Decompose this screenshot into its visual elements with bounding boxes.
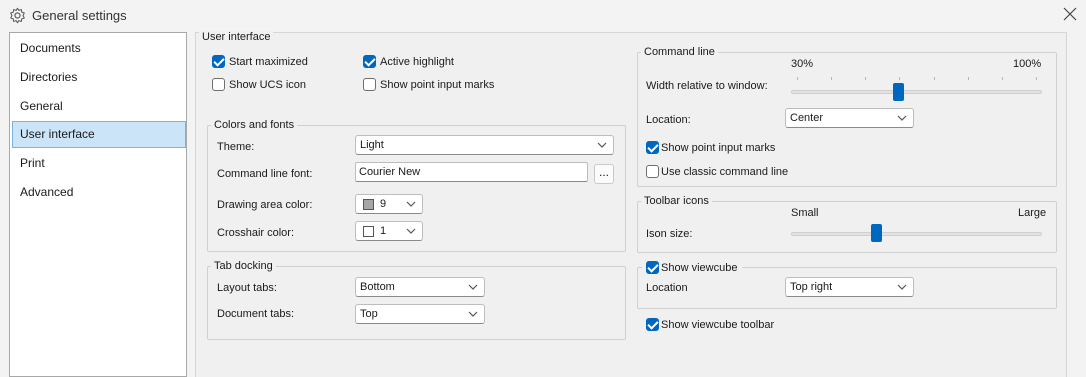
gear-icon (10, 7, 25, 24)
crosshair-color-value: 1 (380, 225, 387, 237)
slider-tick (1036, 77, 1037, 80)
document-tabs-select[interactable]: Top (355, 304, 485, 324)
close-icon (1063, 7, 1077, 21)
icon-size-label: Ison size: (646, 228, 693, 240)
crosshair-color-select[interactable]: 1 (355, 221, 423, 241)
drawing-area-color-value: 9 (380, 198, 387, 210)
show-point-input-marks-checkbox[interactable] (363, 78, 376, 91)
chevron-down-icon (897, 115, 907, 121)
slider-tick (1001, 77, 1003, 80)
slider-tick (831, 77, 833, 80)
command-location-select[interactable]: Center (785, 108, 914, 128)
window-title: General settings (32, 8, 127, 23)
use-classic-command-line-checkbox[interactable] (646, 165, 659, 178)
slider-tick (899, 77, 901, 80)
chevron-down-icon (597, 142, 607, 148)
browse-font-button[interactable]: ... (594, 164, 614, 184)
width-slider-thumb[interactable] (893, 83, 905, 101)
tab-docking-group-label: Tab docking (211, 260, 276, 272)
show-viewcube-toolbar-checkbox[interactable] (646, 318, 659, 331)
chevron-down-icon (468, 284, 478, 290)
layout-tabs-label: Layout tabs: (217, 282, 277, 294)
icon-size-large-label: Large (1018, 207, 1047, 219)
width-min-label: 30% (791, 58, 814, 70)
viewcube-location-select[interactable]: Top right (785, 277, 914, 297)
show-point-input-marks-label: Show point input marks (380, 79, 495, 91)
show-viewcube-label: Show viewcube (661, 262, 738, 274)
theme-label: Theme: (217, 141, 255, 153)
drawing-area-color-label: Drawing area color: (217, 199, 313, 211)
chevron-down-icon (897, 284, 907, 290)
sidebar-item-documents[interactable]: Documents (12, 35, 186, 62)
slider-tick (797, 77, 798, 80)
close-button[interactable] (1060, 5, 1080, 25)
slider-tick (967, 77, 969, 80)
icon-size-small-label: Small (791, 207, 819, 219)
sidebar-item-advanced[interactable]: Advanced (12, 179, 186, 206)
icon-size-slider-track[interactable] (791, 232, 1042, 236)
document-tabs-value: Top (360, 308, 378, 320)
show-ucs-icon-label: Show UCS icon (229, 79, 307, 91)
chevron-down-icon (406, 228, 416, 234)
icon-size-slider-thumb[interactable] (870, 224, 882, 242)
user-interface-group (199, 37, 627, 117)
toolbar-icons-group-label: Toolbar icons (641, 195, 712, 207)
sidebar-item-user-interface[interactable]: User interface (12, 121, 186, 148)
width-relative-label: Width relative to window: (646, 80, 768, 92)
use-classic-command-line-label: Use classic command line (661, 166, 789, 178)
command-line-group-label: Command line (641, 46, 718, 58)
active-highlight-label: Active highlight (380, 56, 454, 68)
cmd-show-point-input-marks-checkbox[interactable] (646, 141, 659, 154)
layout-tabs-value: Bottom (360, 281, 395, 293)
theme-select[interactable]: Light (355, 135, 614, 155)
command-location-label: Location: (646, 114, 691, 126)
show-viewcube-checkbox[interactable] (646, 261, 659, 274)
crosshair-color-swatch (363, 226, 374, 237)
title-bar (0, 0, 1086, 32)
viewcube-location-label: Location (646, 282, 688, 294)
chevron-down-icon (468, 311, 478, 317)
command-location-value: Center (790, 112, 824, 124)
command-line-font-value: Courier New (359, 166, 421, 178)
right-margin (1067, 32, 1086, 377)
drawing-color-swatch (363, 199, 374, 210)
drawing-area-color-select[interactable]: 9 (355, 194, 423, 214)
toolbar-icons-group (637, 201, 1057, 253)
layout-tabs-select[interactable]: Bottom (355, 277, 485, 297)
width-max-label: 100% (1013, 58, 1042, 70)
chevron-down-icon (406, 201, 416, 207)
theme-value: Light (360, 139, 384, 151)
cmd-show-point-input-marks-label: Show point input marks (661, 142, 776, 154)
width-slider-track[interactable] (791, 90, 1042, 94)
user-interface-group-label: User interface (199, 31, 274, 43)
command-line-font-label: Command line font: (217, 168, 313, 180)
colors-fonts-group-label: Colors and fonts (211, 119, 298, 131)
sidebar-item-print[interactable]: Print (12, 150, 186, 177)
command-line-font-field[interactable]: Courier New (355, 162, 588, 182)
sidebar-item-general[interactable]: General (12, 93, 186, 120)
slider-tick (933, 77, 935, 80)
show-ucs-icon-checkbox[interactable] (212, 78, 225, 91)
start-maximized-label: Start maximized (229, 56, 308, 68)
sidebar-item-directories[interactable]: Directories (12, 64, 186, 91)
start-maximized-checkbox[interactable] (212, 55, 225, 68)
active-highlight-checkbox[interactable] (363, 55, 376, 68)
show-viewcube-toolbar-label: Show viewcube toolbar (661, 319, 775, 331)
sidebar: Documents Directories General User inter… (9, 32, 187, 377)
crosshair-color-label: Crosshair color: (217, 227, 295, 239)
document-tabs-label: Document tabs: (217, 308, 295, 320)
slider-tick (865, 77, 867, 80)
viewcube-location-value: Top right (790, 281, 833, 293)
